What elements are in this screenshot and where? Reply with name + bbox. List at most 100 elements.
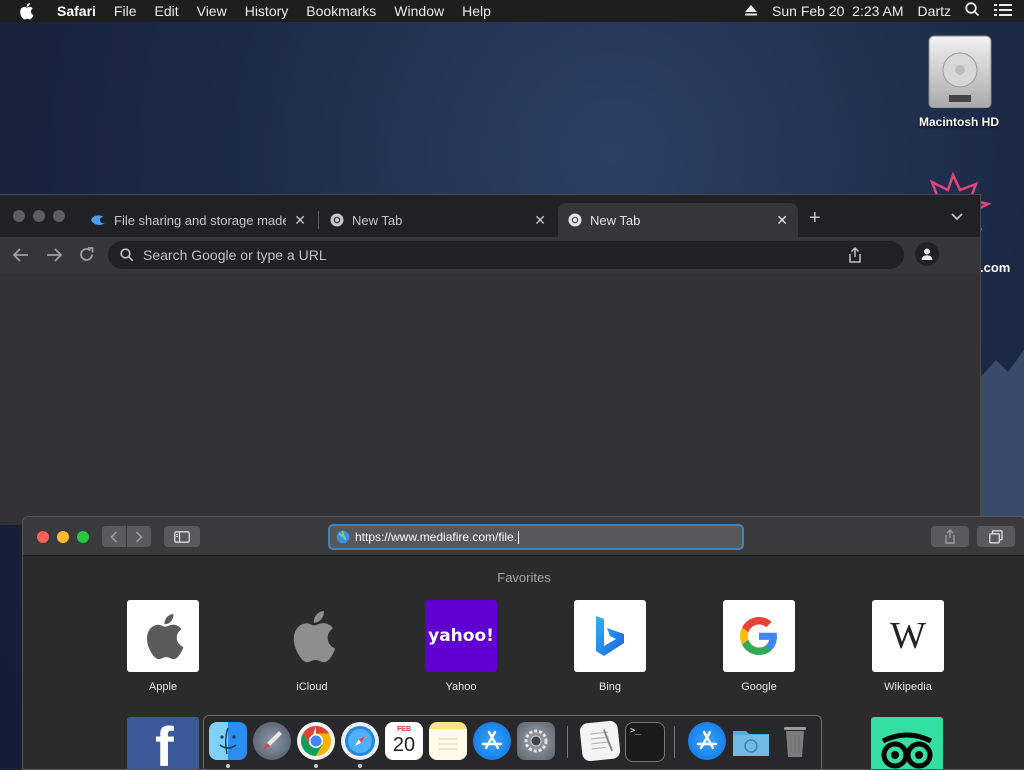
desktop-icon-macintosh-hd[interactable]: Macintosh HD xyxy=(912,32,1006,129)
share-icon[interactable] xyxy=(848,246,862,266)
dock-notes-icon[interactable] xyxy=(429,722,467,760)
back-arrow-icon[interactable] xyxy=(12,247,30,268)
menu-window[interactable]: Window xyxy=(385,3,453,19)
menubar-user[interactable]: Dartz xyxy=(918,3,951,19)
running-indicator xyxy=(314,764,318,768)
eject-icon[interactable] xyxy=(744,3,758,19)
favorite-wikipedia[interactable]: W Wikipedia xyxy=(853,600,963,693)
wikipedia-logo-icon: W xyxy=(872,600,944,672)
new-tab-plus-icon[interactable]: + xyxy=(809,208,821,228)
safari-address-bar[interactable]: https://www.mediafire.com/file. xyxy=(328,524,744,550)
calendar-day: 20 xyxy=(392,734,416,756)
google-logo-icon xyxy=(723,600,795,672)
chrome-tab-new-1[interactable]: New Tab ✕ xyxy=(320,203,556,237)
mediafire-icon xyxy=(90,214,106,226)
sidebar-icon xyxy=(174,530,190,543)
dock-finder-icon[interactable] xyxy=(209,722,247,760)
dock-terminal-icon[interactable]: >_ xyxy=(625,722,665,762)
chrome-icon xyxy=(330,213,344,227)
yahoo-logo-icon: yahoo! xyxy=(425,600,497,672)
favorite-icloud[interactable]: iCloud xyxy=(257,600,367,693)
favorite-bing[interactable]: Bing xyxy=(555,600,665,693)
apple-menu-icon[interactable] xyxy=(18,2,40,20)
favorite-yahoo[interactable]: yahoo! Yahoo xyxy=(406,600,516,693)
dock-downloads-folder-icon[interactable] xyxy=(732,722,770,760)
reload-icon[interactable] xyxy=(78,246,95,268)
safari-minimize-button[interactable] xyxy=(57,531,69,543)
menu-view[interactable]: View xyxy=(188,3,236,19)
chrome-tab-title: New Tab xyxy=(590,212,641,228)
safari-back-button[interactable] xyxy=(102,526,126,547)
safari-forward-button[interactable] xyxy=(127,526,151,547)
safari-tabs-overview-button[interactable] xyxy=(977,526,1015,547)
chevron-right-icon xyxy=(135,530,143,543)
icloud-apple-logo-icon xyxy=(276,600,348,672)
dock-textedit-icon[interactable] xyxy=(579,720,621,762)
sidebar-toggle-button[interactable] xyxy=(164,526,200,547)
chrome-icon xyxy=(568,213,582,227)
menubar-clock[interactable]: Sun Feb 20 2:23 AM xyxy=(772,3,904,19)
chrome-tab-strip: File sharing and storage made simple ✕ N… xyxy=(0,195,980,237)
running-indicator xyxy=(358,764,362,768)
close-tab-icon[interactable]: ✕ xyxy=(534,212,546,229)
facebook-f-icon: f xyxy=(155,717,174,770)
dock: FEB 20 >_ xyxy=(203,715,822,769)
menu-safari[interactable]: Safari xyxy=(48,3,105,19)
chevron-left-icon xyxy=(110,530,118,543)
wikipedia-tile-text: W xyxy=(890,615,926,657)
chrome-page-content xyxy=(0,273,980,525)
chrome-tab-mediafire[interactable]: File sharing and storage made simple ✕ xyxy=(80,203,316,237)
omnibox[interactable]: Search Google or type a URL xyxy=(108,241,904,269)
bing-logo-icon xyxy=(574,600,646,672)
desktop-icon-label: Macintosh HD xyxy=(918,115,999,129)
close-tab-icon[interactable]: ✕ xyxy=(294,212,306,229)
dock-calendar-icon[interactable]: FEB 20 xyxy=(385,722,423,760)
favorite-facebook-tile[interactable]: f xyxy=(127,717,199,770)
chrome-tab-title: File sharing and storage made simple xyxy=(114,212,286,228)
dock-trash-icon[interactable] xyxy=(776,722,814,760)
dock-safari-icon[interactable] xyxy=(341,722,379,760)
menu-edit[interactable]: Edit xyxy=(145,3,187,19)
running-indicator xyxy=(226,764,230,768)
search-icon xyxy=(120,248,134,262)
favorite-google[interactable]: Google xyxy=(704,600,814,693)
safari-zoom-button[interactable] xyxy=(77,531,89,543)
favorite-label: Wikipedia xyxy=(884,681,932,693)
chrome-tab-new-active[interactable]: New Tab ✕ xyxy=(558,203,798,237)
menu-history[interactable]: History xyxy=(236,3,298,19)
close-tab-icon[interactable]: ✕ xyxy=(776,212,788,229)
tripadvisor-owl-icon xyxy=(881,732,933,769)
dock-app-store-icon[interactable] xyxy=(473,722,511,760)
safari-share-button[interactable] xyxy=(931,526,969,547)
chrome-window: File sharing and storage made simple ✕ N… xyxy=(0,194,981,525)
tab-search-chevron-down-icon[interactable] xyxy=(950,209,964,227)
profile-avatar-icon[interactable] xyxy=(915,242,939,266)
favorite-apple[interactable]: Apple xyxy=(108,600,218,693)
menu-bookmarks[interactable]: Bookmarks xyxy=(297,3,385,19)
menu-help[interactable]: Help xyxy=(453,3,500,19)
favorite-label: Apple xyxy=(148,681,178,693)
hard-drive-icon xyxy=(928,35,992,109)
chrome-minimize-button[interactable] xyxy=(33,210,45,222)
yahoo-tile-text: yahoo! xyxy=(428,626,494,646)
menu-bar: Safari File Edit View History Bookmarks … xyxy=(0,0,1024,22)
safari-close-button[interactable] xyxy=(37,531,49,543)
menu-file[interactable]: File xyxy=(105,3,146,19)
dock-app-store-download-icon[interactable] xyxy=(688,722,726,760)
terminal-prompt-icon: >_ xyxy=(630,726,641,736)
dock-divider xyxy=(674,726,675,758)
favorite-tripadvisor-tile[interactable] xyxy=(871,717,943,769)
spotlight-search-icon[interactable] xyxy=(965,2,980,20)
desktop-icon-partial-label: .com xyxy=(980,260,1011,275)
dock-divider xyxy=(567,726,568,758)
calendar-month: FEB xyxy=(397,726,411,733)
dock-system-preferences-icon[interactable] xyxy=(517,722,555,760)
chrome-zoom-button[interactable] xyxy=(53,210,65,222)
dock-chrome-icon[interactable] xyxy=(297,722,335,760)
chrome-close-button[interactable] xyxy=(13,210,25,222)
control-center-icon[interactable] xyxy=(994,3,1012,20)
dock-launchpad-icon[interactable] xyxy=(253,722,291,760)
forward-arrow-icon[interactable] xyxy=(45,247,63,268)
globe-icon xyxy=(336,530,350,544)
safari-toolbar: https://www.mediafire.com/file. xyxy=(23,517,1024,556)
